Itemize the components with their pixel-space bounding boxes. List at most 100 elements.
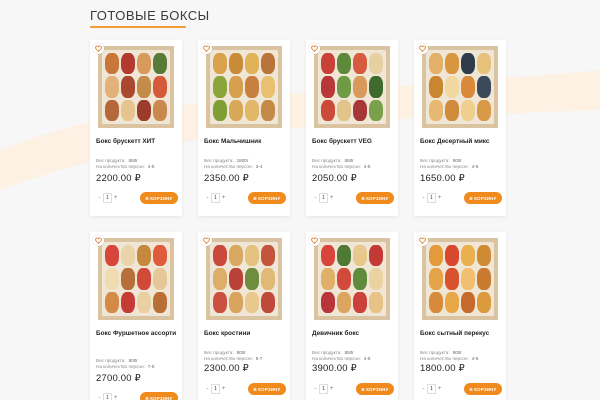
add-to-cart-button[interactable]: В КОРЗИНУ — [464, 192, 502, 204]
product-image[interactable] — [204, 44, 284, 130]
food-piece — [229, 99, 243, 121]
food-piece — [337, 53, 351, 75]
product-card[interactable]: Девичник бокс Вес продукта: 850г На колич… — [306, 232, 398, 400]
food-piece — [261, 76, 275, 98]
food-piece — [213, 76, 227, 98]
quantity-input[interactable]: 1 — [319, 384, 328, 394]
increase-button[interactable]: + — [328, 384, 335, 394]
quantity-input[interactable]: 1 — [211, 193, 220, 203]
food-piece — [153, 53, 167, 75]
favorite-heart-icon[interactable] — [309, 43, 320, 54]
product-persons: На количество персон: 4-5 — [96, 164, 180, 170]
product-name[interactable]: Бокс Фуршетное ассорти — [96, 330, 178, 338]
product-name[interactable]: Бокс Десертный микс — [420, 138, 502, 146]
food-piece — [461, 76, 475, 98]
quantity-input[interactable]: 1 — [427, 193, 436, 203]
decrease-button[interactable]: - — [204, 193, 211, 203]
add-to-cart-button[interactable]: В КОРЗИНУ — [356, 192, 394, 204]
quantity-input[interactable]: 1 — [319, 193, 328, 203]
card-controls: - 1 + В КОРЗИНУ — [96, 192, 178, 204]
product-card[interactable]: Бокс брускетт VEG Вес продукта: 650г На к… — [306, 40, 398, 216]
food-piece — [153, 245, 167, 267]
increase-button[interactable]: + — [112, 193, 119, 203]
decrease-button[interactable]: - — [96, 193, 103, 203]
product-card[interactable]: Бокс Десертный микс Вес продукта: 900г На… — [414, 40, 506, 216]
food-piece — [353, 291, 367, 313]
food-piece — [369, 99, 383, 121]
product-persons: На количество персон: 4-6 — [420, 356, 504, 362]
food-piece — [445, 99, 459, 121]
food-piece — [121, 53, 135, 75]
quantity-input[interactable]: 1 — [427, 384, 436, 394]
food-piece — [137, 268, 151, 290]
persons-value: 4-6 — [471, 356, 479, 361]
quantity-input[interactable]: 1 — [211, 384, 220, 394]
decrease-button[interactable]: - — [420, 193, 427, 203]
card-controls: - 1 + В КОРЗИНУ — [420, 192, 502, 204]
product-image[interactable] — [312, 44, 392, 130]
food-piece — [105, 99, 119, 121]
product-name[interactable]: Бокс кростини — [204, 330, 286, 338]
decrease-button[interactable]: - — [312, 384, 319, 394]
favorite-heart-icon[interactable] — [201, 43, 212, 54]
increase-button[interactable]: + — [328, 193, 335, 203]
product-image[interactable] — [312, 236, 392, 322]
food-piece — [369, 245, 383, 267]
increase-button[interactable]: + — [436, 193, 443, 203]
product-card[interactable]: Бокс кростини Вес продукта: 800г На колич… — [198, 232, 290, 400]
product-image[interactable] — [204, 236, 284, 322]
product-name[interactable]: Бокс брускетт VEG — [312, 138, 394, 146]
food-tray — [210, 50, 278, 124]
add-to-cart-button[interactable]: В КОРЗИНУ — [464, 383, 502, 395]
increase-button[interactable]: + — [436, 384, 443, 394]
food-piece — [229, 268, 243, 290]
product-name[interactable]: Бокс сытный перекус — [420, 330, 502, 338]
add-to-cart-button[interactable]: В КОРЗИНУ — [356, 383, 394, 395]
increase-button[interactable]: + — [112, 393, 119, 400]
persons-label: На количество персон: — [312, 164, 361, 169]
product-card[interactable]: Бокс брускетт ХИТ Вес продукта: 650г На к… — [90, 40, 182, 216]
quantity-stepper: - 1 + — [312, 193, 335, 203]
food-piece — [477, 53, 491, 75]
product-card[interactable]: Бокс Мальчишник Вес продукта: 1800г На ко… — [198, 40, 290, 216]
food-piece — [369, 291, 383, 313]
product-name[interactable]: Бокс Мальчишник — [204, 138, 286, 146]
product-name[interactable]: Девичник бокс — [312, 330, 394, 338]
decrease-button[interactable]: - — [204, 384, 211, 394]
product-image[interactable] — [420, 44, 500, 130]
food-piece — [429, 268, 443, 290]
add-to-cart-button[interactable]: В КОРЗИНУ — [140, 192, 178, 204]
weight-label: Вес продукта: — [312, 158, 342, 163]
weight-value: 900г — [452, 158, 462, 163]
favorite-heart-icon[interactable] — [417, 235, 428, 246]
quantity-input[interactable]: 1 — [103, 193, 112, 203]
product-image[interactable] — [96, 236, 176, 322]
favorite-heart-icon[interactable] — [93, 235, 104, 246]
increase-button[interactable]: + — [220, 193, 227, 203]
product-card[interactable]: Бокс сытный перекус Вес продукта: 900г На… — [414, 232, 506, 400]
product-card[interactable]: Бокс Фуршетное ассорти Вес продукта: 800г… — [90, 232, 182, 400]
favorite-heart-icon[interactable] — [93, 43, 104, 54]
product-image[interactable] — [420, 236, 500, 322]
add-to-cart-button[interactable]: В КОРЗИНУ — [140, 392, 178, 400]
food-piece — [105, 53, 119, 75]
food-piece — [153, 291, 167, 313]
food-piece — [245, 76, 259, 98]
product-name[interactable]: Бокс брускетт ХИТ — [96, 138, 178, 146]
product-image[interactable] — [96, 44, 176, 130]
food-piece — [121, 99, 135, 121]
increase-button[interactable]: + — [220, 384, 227, 394]
quantity-input[interactable]: 1 — [103, 393, 112, 400]
food-tray — [102, 242, 170, 316]
favorite-heart-icon[interactable] — [417, 43, 428, 54]
add-to-cart-button[interactable]: В КОРЗИНУ — [248, 383, 286, 395]
food-piece — [121, 245, 135, 267]
add-to-cart-button[interactable]: В КОРЗИНУ — [248, 192, 286, 204]
quantity-stepper: - 1 + — [204, 384, 227, 394]
decrease-button[interactable]: - — [420, 384, 427, 394]
decrease-button[interactable]: - — [96, 393, 103, 400]
decrease-button[interactable]: - — [312, 193, 319, 203]
favorite-heart-icon[interactable] — [309, 235, 320, 246]
favorite-heart-icon[interactable] — [201, 235, 212, 246]
food-piece — [153, 99, 167, 121]
